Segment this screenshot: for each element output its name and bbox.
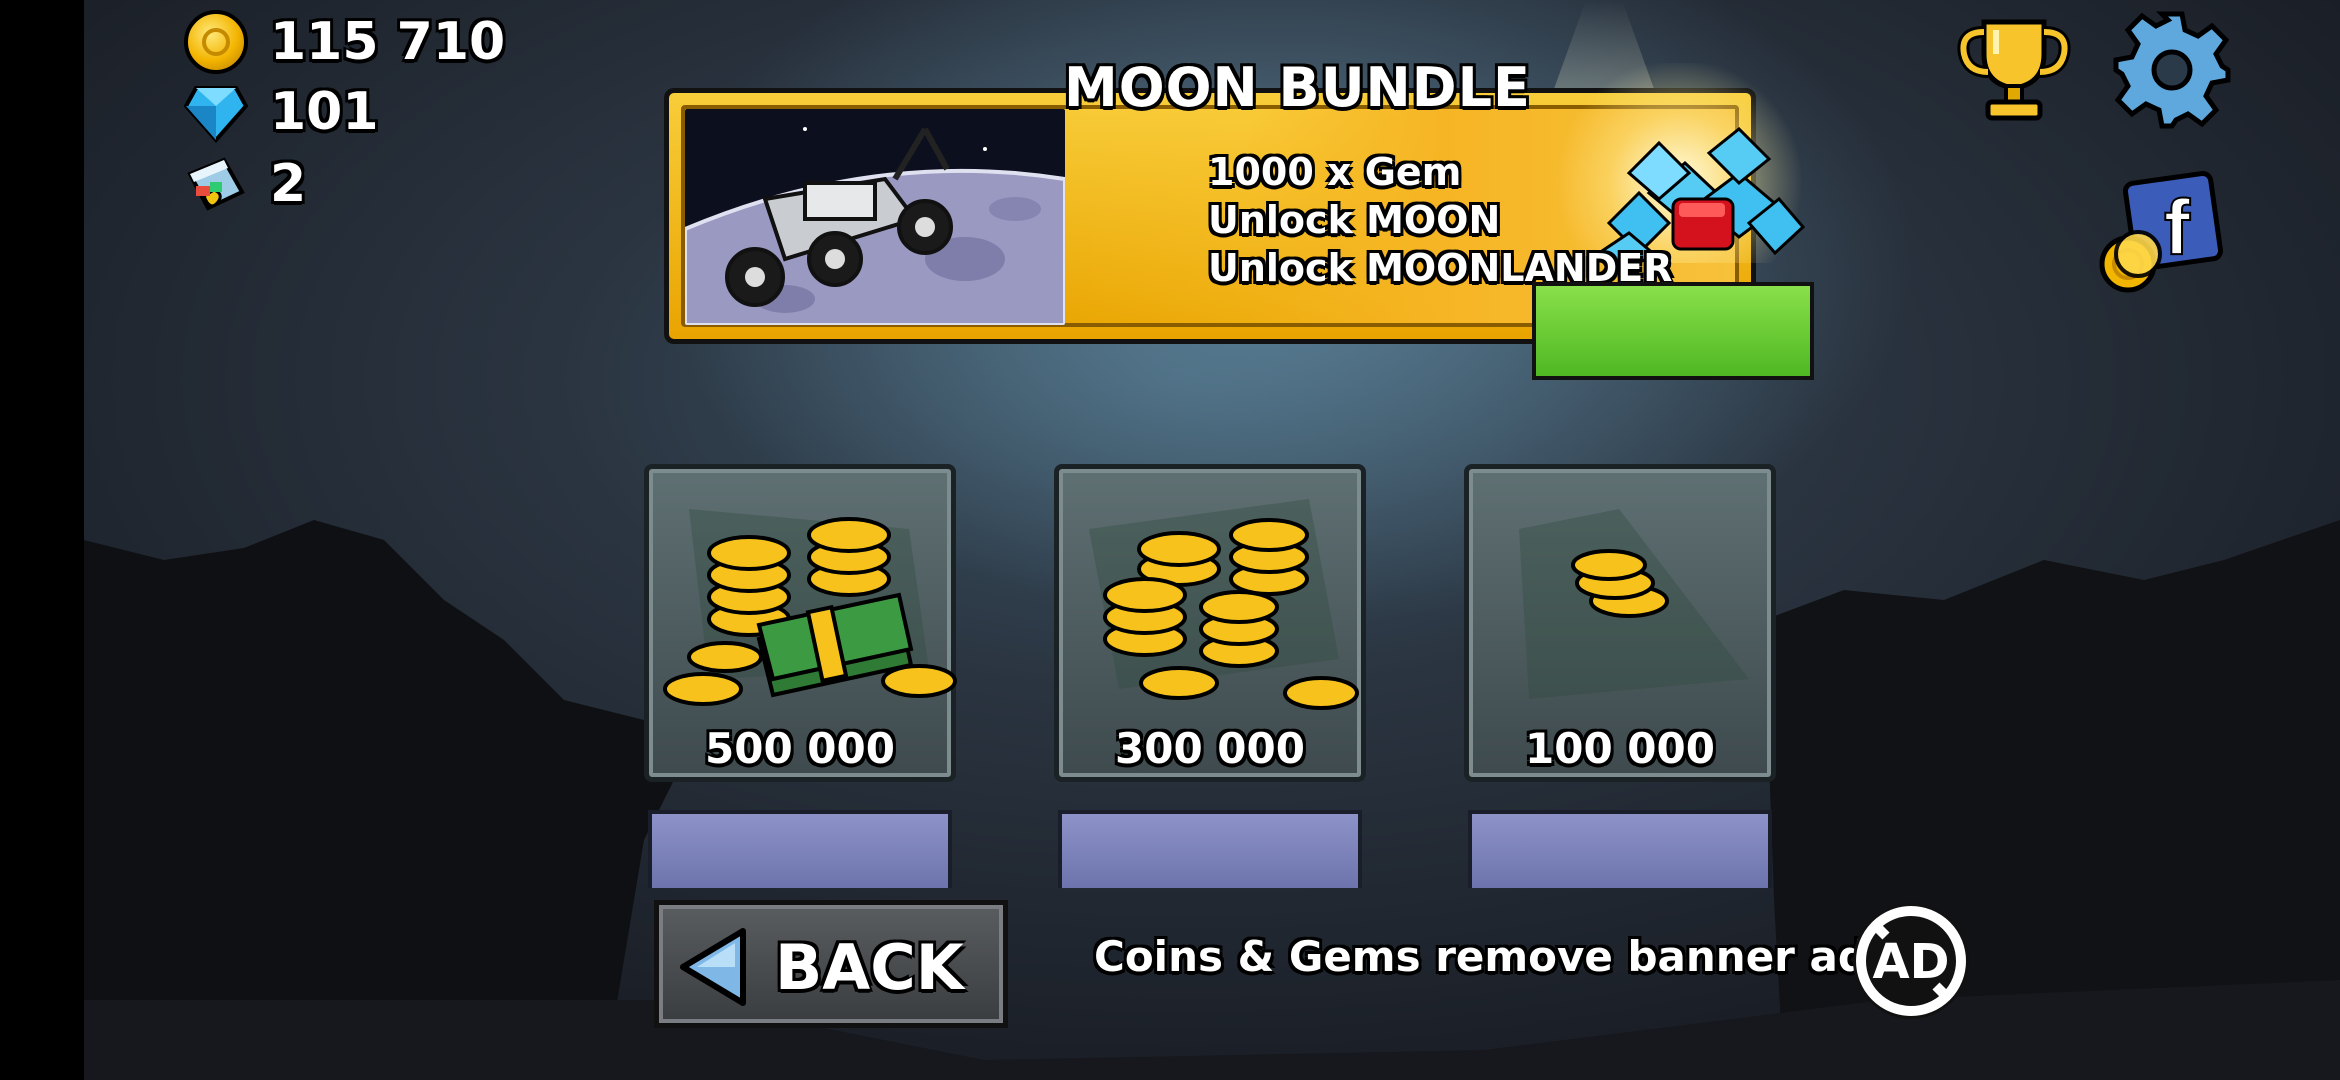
moonlander-vehicle-image xyxy=(685,109,1065,325)
pack-amount: 100 000 xyxy=(1525,724,1715,773)
coin-stack-large-icon xyxy=(663,509,957,706)
coin-icon xyxy=(184,10,248,74)
bundle-line-moon: Unlock MOON xyxy=(1208,198,1501,242)
coin-count: 115 710 xyxy=(270,12,506,72)
coin-stack-small-icon xyxy=(1519,509,1749,699)
shop-screen: 115 710 101 2 f MOON BUNDLE 1000 x Gem U… xyxy=(84,0,2340,1080)
paint-counter: 2 xyxy=(184,152,306,216)
buy-500000-button[interactable] xyxy=(648,810,952,888)
back-label: BACK xyxy=(775,931,964,1004)
back-arrow-icon xyxy=(680,928,746,1006)
buy-300000-button[interactable] xyxy=(1058,810,1362,888)
paint-count: 2 xyxy=(270,154,307,214)
trophy-icon[interactable] xyxy=(1954,14,2074,124)
bundle-contents: 1000 x Gem Unlock MOON Unlock MOONLANDER xyxy=(1208,148,1672,292)
bundle-buy-button[interactable] xyxy=(1532,282,1814,380)
buy-100000-button[interactable] xyxy=(1468,810,1772,888)
coin-counter: 115 710 xyxy=(184,10,505,74)
gear-icon[interactable] xyxy=(2112,10,2232,130)
gem-icon xyxy=(184,86,248,144)
pack-amount: 300 000 xyxy=(1115,724,1305,773)
svg-text:f: f xyxy=(2164,183,2191,271)
coin-pack-300000[interactable]: 300 000 xyxy=(1054,464,1366,782)
no-ads-icon[interactable]: AD xyxy=(1846,896,1976,1026)
gem-count: 101 xyxy=(270,82,379,142)
no-ads-label: AD xyxy=(1873,934,1950,990)
paint-bucket-icon xyxy=(187,157,245,211)
back-button[interactable]: BACK xyxy=(654,900,1008,1028)
bundle-line-gems: 1000 x Gem xyxy=(1208,150,1462,194)
gem-counter: 101 xyxy=(184,80,379,144)
coin-pack-100000[interactable]: 100 000 xyxy=(1464,464,1776,782)
bundle-title: MOON BUNDLE xyxy=(1064,56,1531,119)
pack-amount: 500 000 xyxy=(705,724,895,773)
coin-pack-500000[interactable]: 500 000 xyxy=(644,464,957,782)
coin-stack-medium-icon xyxy=(1089,499,1359,710)
facebook-icon[interactable]: f xyxy=(2094,170,2224,300)
ads-note: Coins & Gems remove banner ads! xyxy=(1094,932,1913,981)
